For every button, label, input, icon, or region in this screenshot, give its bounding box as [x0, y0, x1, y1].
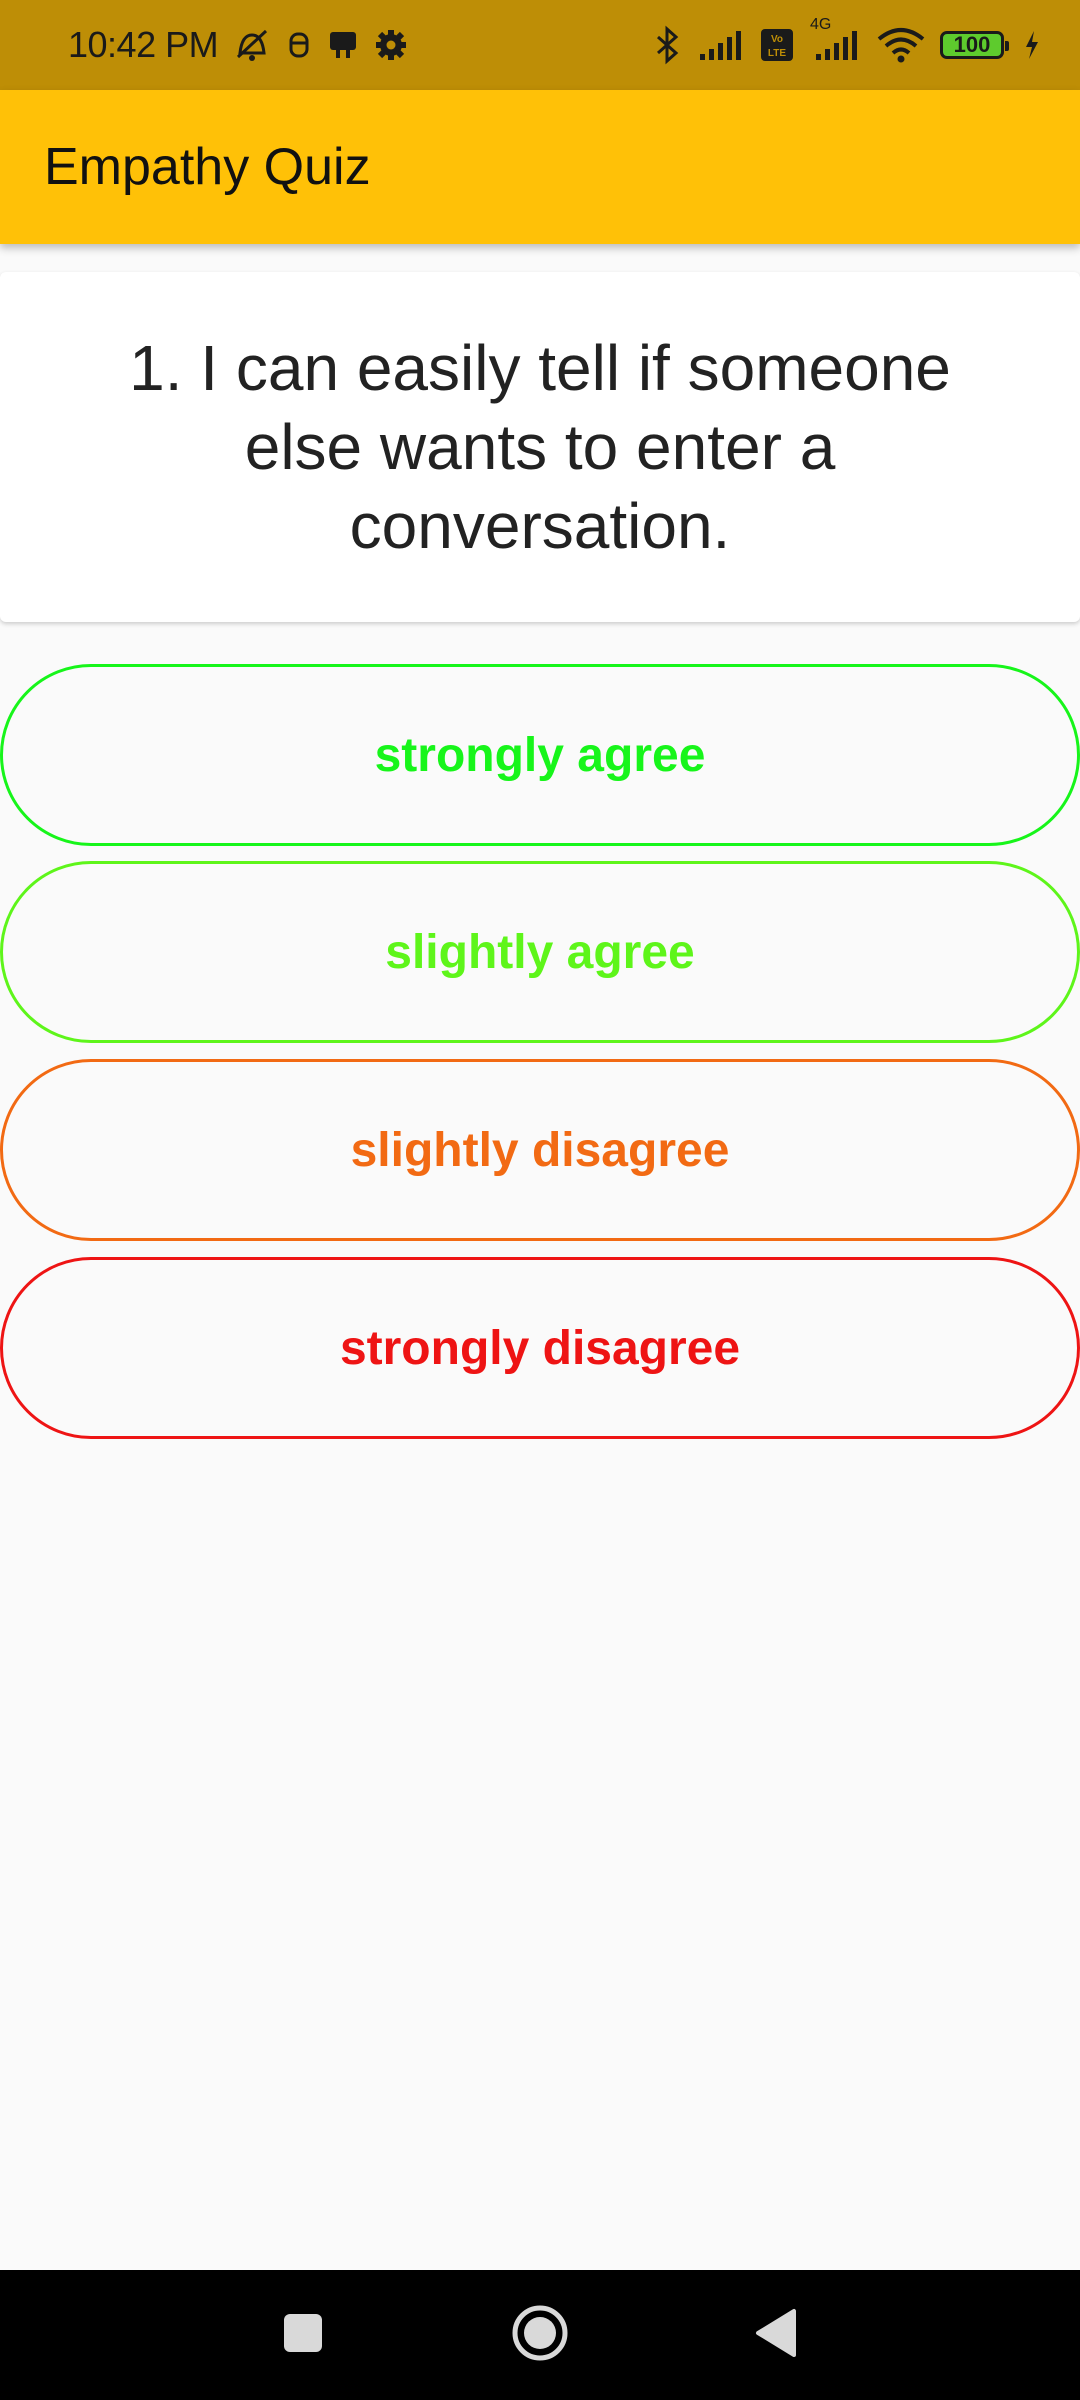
- status-time: 10:42 PM: [68, 24, 219, 65]
- status-bar: 10:42 PM Vo LTE 4G 100: [0, 0, 1080, 90]
- answer-label: strongly disagree: [339, 1321, 741, 1375]
- notification-icon: [286, 28, 312, 62]
- question-card: 1. I can easily tell if someone else wan…: [0, 272, 1080, 622]
- svg-text:LTE: LTE: [768, 48, 786, 59]
- volte-icon: Vo LTE: [760, 28, 794, 62]
- battery-icon: 100: [940, 31, 1009, 59]
- answer-strongly-disagree-button[interactable]: strongly disagree: [0, 1257, 1080, 1439]
- answer-strongly-agree-button[interactable]: strongly agree: [0, 664, 1080, 846]
- question-text: 1. I can easily tell if someone else wan…: [129, 331, 951, 562]
- wifi-icon: [876, 27, 926, 63]
- network-label: 4G: [810, 16, 832, 33]
- answer-label: slightly agree: [385, 925, 695, 979]
- signal-icon: [698, 28, 746, 62]
- answer-label: strongly agree: [374, 728, 706, 782]
- app-bar: Empathy Quiz: [0, 90, 1080, 244]
- home-button[interactable]: [480, 2270, 600, 2400]
- page-title: Empathy Quiz: [44, 138, 371, 196]
- app-icon: [326, 28, 360, 62]
- settings-icon: [374, 28, 408, 62]
- status-bar-left: 10:42 PM: [68, 0, 408, 90]
- answer-slightly-agree-button[interactable]: slightly agree: [0, 861, 1080, 1043]
- svg-text:Vo: Vo: [771, 34, 783, 45]
- back-button[interactable]: [716, 2270, 836, 2400]
- recents-square-icon: [283, 2313, 323, 2358]
- bluetooth-icon: [650, 25, 684, 65]
- answer-label: slightly disagree: [350, 1123, 730, 1177]
- status-bar-right: Vo LTE 4G 100: [650, 0, 1040, 90]
- home-circle-icon: [510, 2303, 570, 2368]
- charging-icon: [1024, 30, 1040, 60]
- recents-button[interactable]: [243, 2270, 363, 2400]
- battery-level: 100: [953, 32, 991, 57]
- navigation-bar: [0, 2270, 1080, 2400]
- mute-icon: [232, 27, 272, 63]
- answer-slightly-disagree-button[interactable]: slightly disagree: [0, 1059, 1080, 1241]
- 4g-signal-icon: 4G: [808, 16, 862, 62]
- back-triangle-icon: [754, 2308, 798, 2363]
